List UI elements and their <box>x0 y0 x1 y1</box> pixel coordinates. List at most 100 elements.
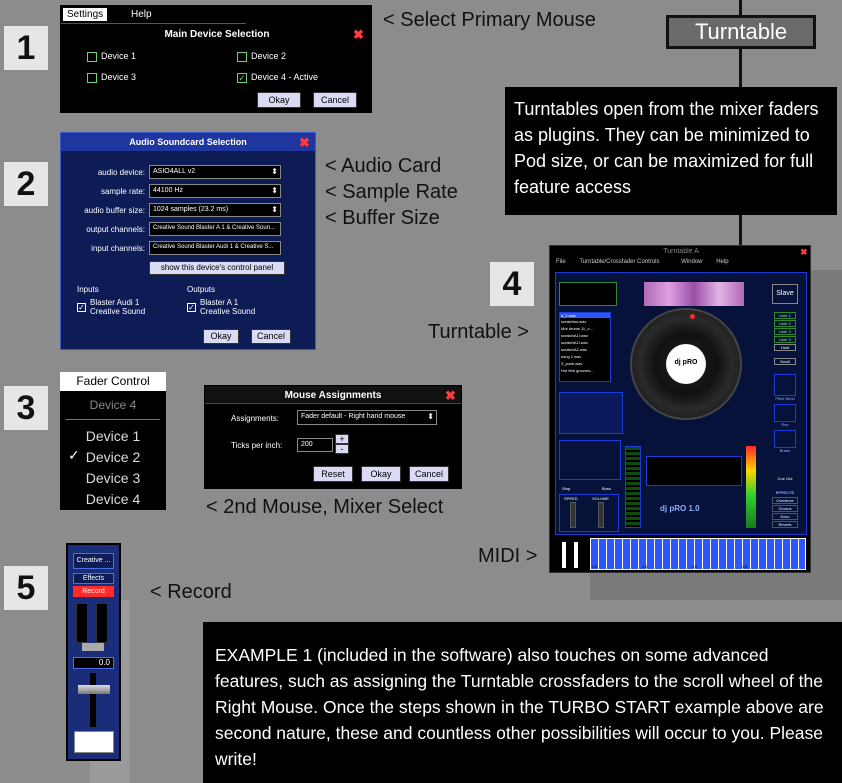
device-option[interactable]: Device 2 <box>237 51 286 62</box>
fader-menu-item[interactable]: Device 4 <box>60 491 166 507</box>
reset-button[interactable]: Reset <box>313 466 353 482</box>
playlist-item[interactable]: scratchA1l.wav <box>560 339 610 346</box>
menu-help[interactable]: Help <box>716 259 728 265</box>
cue-out-label: Cue Out <box>777 476 793 481</box>
fader-handle[interactable] <box>78 685 110 694</box>
brake-control[interactable] <box>774 430 796 448</box>
checkbox-checked-icon[interactable]: ✓ <box>237 72 247 83</box>
pan-knob[interactable] <box>82 643 104 651</box>
sample-rate-select[interactable]: 44100 Hz ⬍ <box>149 184 281 198</box>
effect-item[interactable]: Echo <box>772 513 798 520</box>
effects-header: EFFECTS <box>775 490 795 495</box>
platter-logo: dj pRO <box>674 359 698 366</box>
annotation-midi: MIDI > <box>478 545 538 567</box>
menu-help[interactable]: Help <box>131 9 152 20</box>
user-button[interactable]: User 1 <box>774 312 796 319</box>
device-option[interactable]: Device 1 <box>87 51 136 62</box>
playlist-item[interactable]: scratches.wav <box>560 318 610 325</box>
step-number-2: 2 <box>4 162 48 206</box>
effects-button[interactable]: Effects <box>73 573 114 584</box>
close-icon[interactable]: ✖ <box>353 27 364 43</box>
assignments-select[interactable]: Fader default - Right hand mouse ⬍ <box>297 410 437 425</box>
channel-name-field[interactable] <box>74 731 114 753</box>
main-device-dialog: Settings Help Main Device Selection ✖ De… <box>60 5 372 113</box>
field-value: Creative Sound Blaster A 1 & Creative So… <box>153 225 276 231</box>
fader-menu-item[interactable]: Device 1 <box>60 428 166 444</box>
user-button[interactable]: User 2 <box>774 320 796 327</box>
slave-button[interactable]: Slave <box>772 284 798 304</box>
playlist-item[interactable]: Hot bbb grooves... <box>560 367 610 374</box>
ticks-input[interactable]: 200 <box>297 438 333 452</box>
checkbox-icon[interactable] <box>237 51 247 62</box>
volume-slider[interactable] <box>598 502 604 528</box>
stop-label: Stop <box>562 486 571 491</box>
user-button[interactable]: User 4 <box>774 336 796 343</box>
audio-device-select[interactable]: ASIO4ALL v2 ⬍ <box>149 165 281 179</box>
playlist-item[interactable]: Mot drums 11_o... <box>560 325 610 332</box>
channel-header[interactable]: Creative ... <box>73 553 114 569</box>
connector-line-2 <box>739 210 742 248</box>
output-item: Blaster A 1 Creative Sound <box>200 298 256 316</box>
buffer-size-select[interactable]: 1024 samples (23.2 ms) ⬍ <box>149 203 281 217</box>
fader-control-title[interactable]: Fader Control <box>60 372 166 391</box>
okay-button[interactable]: Okay <box>203 329 239 344</box>
outputs-header: Outputs <box>187 285 216 294</box>
playlist-item[interactable]: 3_punk.wav <box>560 360 610 367</box>
output-channels-select[interactable]: Creative Sound Blaster A 1 & Creative So… <box>149 222 281 236</box>
user-button[interactable]: Hold <box>774 344 796 351</box>
close-icon[interactable]: ✖ <box>299 135 310 151</box>
control-panel <box>559 392 623 434</box>
cancel-button[interactable]: Cancel <box>313 92 357 108</box>
menu-divider <box>66 419 160 420</box>
step-number-1: 1 <box>4 26 48 70</box>
turntable-info-box: Turntables open from the mixer faders as… <box>505 87 837 215</box>
playlist-item[interactable]: scratchA1l.wav <box>560 332 610 339</box>
okay-button[interactable]: Okay <box>361 466 401 482</box>
spinner-icon: ⬍ <box>271 186 278 195</box>
fader-track <box>90 673 96 727</box>
checkbox-icon[interactable] <box>87 51 97 62</box>
logo-label: dj pRO 1.0 <box>660 504 700 513</box>
fader-menu-item-checked[interactable]: Device 2 <box>60 449 166 465</box>
menu-turntable-controls[interactable]: Turntable/Crossfader Controls <box>579 259 659 265</box>
user-button[interactable]: User 3 <box>774 328 796 335</box>
field-value: 44100 Hz <box>153 187 183 194</box>
annotation-record: < Record <box>150 581 232 603</box>
effect-item[interactable]: Reverb <box>772 521 798 528</box>
checkbox-icon[interactable] <box>87 72 97 83</box>
device-label: Device 3 <box>101 72 137 82</box>
piano-label: C3 <box>642 564 648 569</box>
menu-settings[interactable]: Settings <box>63 8 108 21</box>
effect-item[interactable]: Chorus <box>772 505 798 512</box>
midi-slider[interactable] <box>574 542 578 568</box>
fader-menu-item[interactable]: Device 3 <box>60 470 166 486</box>
cancel-button[interactable]: Cancel <box>409 466 449 482</box>
ticks-increment-button[interactable]: + <box>335 434 349 444</box>
field-value: Fader default - Right hand mouse <box>301 413 406 420</box>
close-icon[interactable]: ✖ <box>800 247 808 258</box>
input-checkbox-icon[interactable]: ✓ <box>77 303 86 312</box>
ticks-decrement-button[interactable]: - <box>335 444 349 454</box>
cancel-button[interactable]: Cancel <box>251 329 291 344</box>
effect-item[interactable]: Overdrive <box>772 497 798 504</box>
midi-slider[interactable] <box>562 542 566 568</box>
piano-keyboard[interactable] <box>590 538 806 570</box>
okay-button[interactable]: Okay <box>257 92 301 108</box>
transport-panel <box>646 456 742 486</box>
menu-window[interactable]: Window <box>681 259 702 265</box>
input-channels-select[interactable]: Creative Sound Blaster Audi 1 & Creative… <box>149 241 281 255</box>
device-option-active[interactable]: ✓ Device 4 - Active <box>237 72 318 83</box>
pitch-bend-control[interactable] <box>774 374 796 396</box>
dialog-title: Mouse Assignments <box>284 390 382 401</box>
output-checkbox-icon[interactable]: ✓ <box>187 303 196 312</box>
close-icon[interactable]: ✖ <box>445 388 456 404</box>
device-option[interactable]: Device 3 <box>87 72 136 83</box>
record-button[interactable]: Record <box>73 586 114 597</box>
rev-control[interactable] <box>774 404 796 422</box>
speed-label: SPEED <box>564 496 578 501</box>
playlist-item[interactable]: song 1.wav <box>560 353 610 360</box>
playlist-item[interactable]: scratchA2.wav <box>560 346 610 353</box>
show-control-panel-button[interactable]: show this device's control panel <box>149 261 285 275</box>
menu-file[interactable]: File <box>556 259 566 265</box>
speed-slider[interactable] <box>570 502 576 528</box>
